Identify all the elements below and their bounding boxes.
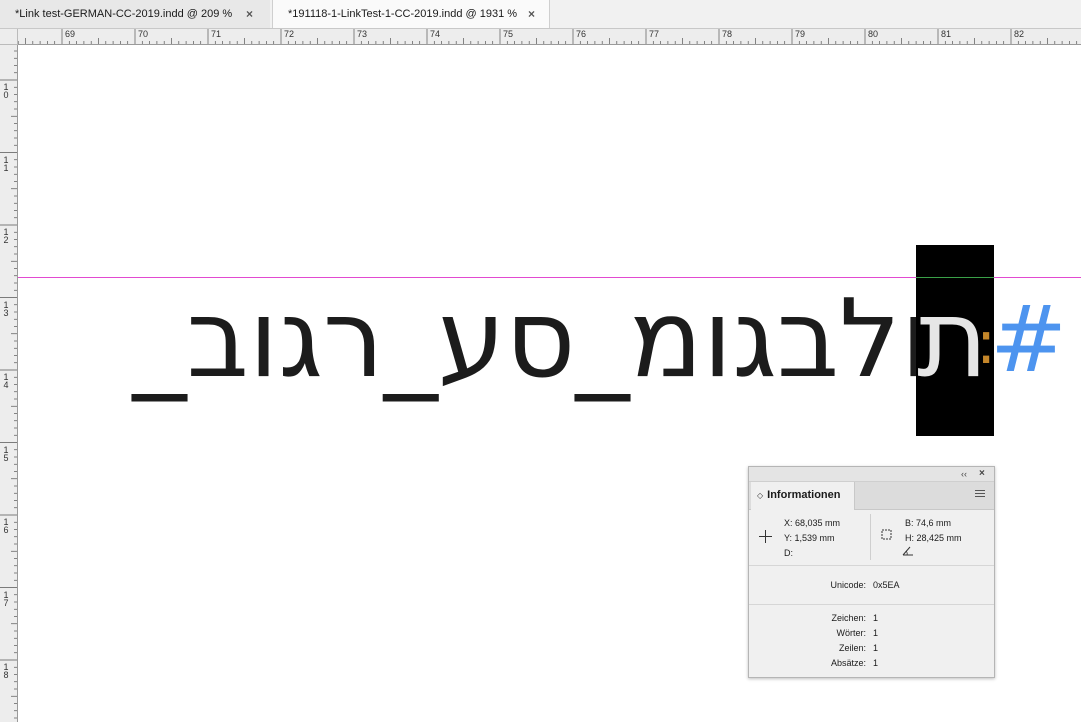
- y-value: Y: 1,539 mm: [784, 533, 835, 543]
- info-panel[interactable]: ‹‹ × ◇ Informationen X: 68,035 mm Y: 1,53…: [748, 466, 995, 678]
- stat-label: Zeichen:: [831, 613, 866, 623]
- width-value: B: 74,6 mm: [905, 518, 952, 528]
- ruler-label: 78: [722, 29, 733, 39]
- ruler-corner[interactable]: [0, 29, 18, 45]
- tab-close-icon[interactable]: ×: [528, 0, 535, 28]
- ruler-label: 10: [3, 82, 9, 100]
- unicode-value: 0x5EA: [873, 580, 900, 590]
- end-of-story-marker: #: [990, 286, 1068, 393]
- tab-label: *Link test-GERMAN-CC-2019.indd @ 209 %: [15, 8, 233, 20]
- ruler-label: 11: [3, 154, 9, 173]
- panel-menu-icon[interactable]: [975, 490, 985, 499]
- updown-arrow-icon[interactable]: ◇: [757, 491, 763, 500]
- ruler-label: 72: [284, 29, 295, 39]
- ruler-label: 13: [3, 299, 9, 318]
- document-tab-bar: *Link test-GERMAN-CC-2019.indd @ 209 % ×…: [0, 0, 1081, 29]
- horizontal-ruler[interactable]: 69 70 71 72 73 74 75 76 77 78 79 80 81 82: [18, 29, 1081, 45]
- ruler-label: 70: [138, 29, 149, 39]
- ruler-label: 82: [1014, 29, 1025, 39]
- height-value: H: 28,425 mm: [905, 533, 962, 543]
- collapse-icon[interactable]: ‹‹: [961, 467, 967, 481]
- x-value: X: 68,035 mm: [784, 518, 841, 528]
- stat-value: 1: [873, 613, 879, 623]
- ruler-label: 14: [3, 372, 9, 390]
- ruler-label: 76: [576, 29, 587, 39]
- close-icon[interactable]: ×: [979, 467, 985, 481]
- ruler-label: 81: [941, 29, 952, 39]
- divider: [870, 514, 871, 560]
- stat-label: Absätze:: [830, 658, 866, 668]
- ruler-label: 17: [3, 589, 9, 608]
- ruler-label: 18: [3, 662, 9, 680]
- stat-value: 1: [873, 628, 879, 638]
- stat-value: 1: [873, 658, 879, 668]
- tab-link-test-german[interactable]: *Link test-GERMAN-CC-2019.indd @ 209 % ×: [0, 0, 270, 28]
- ruler-label: 77: [649, 29, 660, 39]
- ruler-label: 74: [430, 29, 441, 39]
- panel-titlebar[interactable]: ‹‹ ×: [749, 467, 994, 482]
- position-section: X: 68,035 mm Y: 1,539 mm D: B: 74,6 mm H…: [749, 510, 994, 566]
- panel-title: Informationen: [767, 489, 841, 501]
- ruler-label: 80: [868, 29, 879, 39]
- panel-tab-row: ◇ Informationen: [749, 482, 994, 510]
- ruler-label: 75: [503, 29, 514, 39]
- tab-label: *191118-1-LinkTest-1-CC-2019.indd @ 1931…: [288, 8, 518, 20]
- dimensions-icon: [881, 529, 892, 540]
- tab-close-icon[interactable]: ×: [246, 0, 253, 28]
- ruler-label: 69: [65, 29, 76, 39]
- vertical-ruler[interactable]: 10 11 12 13 14 15 16 17 18: [0, 45, 18, 722]
- ruler-label: 16: [3, 517, 9, 535]
- tab-linktest-1[interactable]: *191118-1-LinkTest-1-CC-2019.indd @ 1931…: [272, 0, 550, 28]
- unicode-section: Unicode: 0x5EA: [749, 566, 994, 605]
- ruler-ticks: [18, 29, 1078, 44]
- angle-icon: [902, 546, 913, 556]
- ruler-label: 12: [3, 227, 9, 245]
- tab-informationen[interactable]: ◇ Informationen: [751, 482, 855, 510]
- text-stats-section: Zeichen: 1 Wörter: 1 Zeilen: 1 Absätze: …: [749, 605, 994, 675]
- ruler-label: 73: [357, 29, 368, 39]
- hebrew-text-frame[interactable]: תולבגומ_סע_רגוב_: [132, 270, 1001, 410]
- ruler-label: 15: [3, 444, 9, 463]
- unicode-label: Unicode:: [830, 580, 866, 590]
- stat-label: Zeilen:: [838, 643, 866, 653]
- crosshair-icon: [759, 530, 772, 543]
- ruler-label: 71: [211, 29, 222, 39]
- d-value: D:: [784, 548, 793, 558]
- ruler-label: 79: [795, 29, 806, 39]
- stat-label: Wörter:: [836, 628, 866, 638]
- stat-value: 1: [873, 643, 879, 653]
